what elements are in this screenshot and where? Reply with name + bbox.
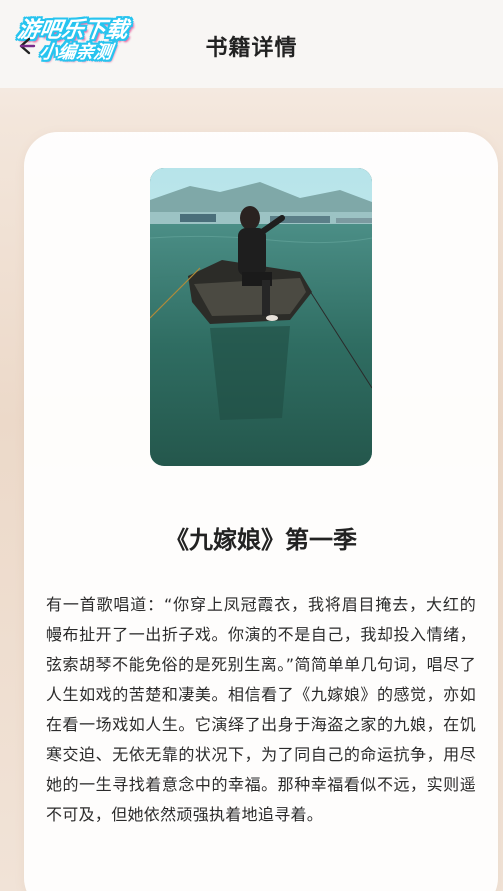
book-description: 有一首歌唱道：“你穿上凤冠霞衣，我将眉目掩去，大红的幔布扯开了一出折子戏。你演的… bbox=[46, 595, 476, 824]
book-title: 《九嫁娘》第一季 bbox=[165, 526, 357, 554]
top-bar: 游吧乐下载 小编亲测 书籍详情 bbox=[0, 0, 503, 88]
book-detail-card: 《九嫁娘》第一季 有一首歌唱道：“你穿上凤冠霞衣，我将眉目掩去，大红的幔布扯开了… bbox=[24, 132, 498, 891]
page-title: 书籍详情 bbox=[205, 36, 298, 61]
book-cover-image[interactable] bbox=[150, 168, 372, 466]
